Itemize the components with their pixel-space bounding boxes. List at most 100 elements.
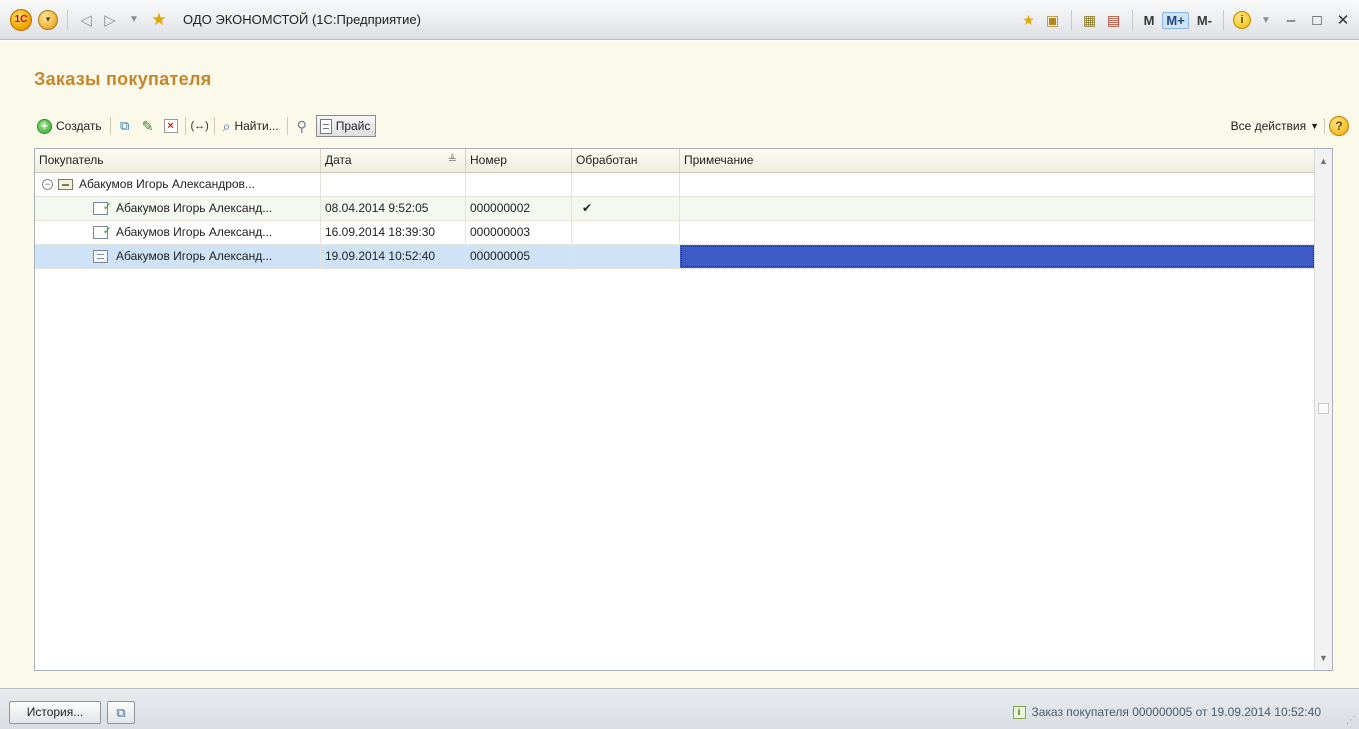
- title-bar-separator: [1131, 10, 1133, 30]
- table-body: − Абакумов Игорь Александров... Абакумов…: [35, 173, 1315, 269]
- orders-form: Заказы покупателя + Создать ⧉ ✎ × (↔) ⌕ …: [0, 41, 1359, 688]
- status-message-text: Заказ покупателя 000000005 от 19.09.2014…: [1031, 705, 1322, 719]
- main-menu-icon[interactable]: ▾: [38, 9, 58, 30]
- add-to-favorites-icon[interactable]: ★: [1020, 10, 1038, 30]
- processed-cell: [572, 221, 680, 244]
- price-button-label: Прайс: [335, 119, 371, 133]
- delete-icon: ×: [163, 119, 178, 133]
- favorites-star-icon[interactable]: ★: [149, 10, 169, 30]
- memory-minus-button[interactable]: M-: [1195, 13, 1214, 28]
- calculator-icon[interactable]: ▦: [1081, 10, 1099, 30]
- title-bar-separator: [1070, 10, 1072, 30]
- resize-grip-icon[interactable]: ⋰: [1346, 715, 1356, 726]
- document-icon: [93, 250, 108, 263]
- search-icon: ⌕: [222, 117, 231, 134]
- scroll-down-icon[interactable]: ▼: [1315, 649, 1332, 667]
- note-cell: [680, 197, 1315, 220]
- find-button-label: Найти...: [234, 119, 279, 133]
- memory-button[interactable]: M: [1142, 13, 1157, 28]
- orders-table: Покупатель Дата ≜ Номер Обработан Примеч…: [34, 148, 1333, 671]
- history-button[interactable]: История...: [9, 701, 101, 724]
- table-cell: [321, 173, 466, 196]
- toolbar-separator: [109, 117, 111, 135]
- note-cell-focused[interactable]: [680, 245, 1315, 268]
- create-button-label: Создать: [56, 119, 102, 133]
- group-cell: − Абакумов Игорь Александров...: [35, 173, 321, 196]
- number-cell: 000000005: [466, 245, 572, 268]
- title-bar-separator: [67, 9, 68, 30]
- table-group-row[interactable]: − Абакумов Игорь Александров...: [35, 173, 1315, 197]
- windows-icon: ⧉: [116, 704, 126, 720]
- column-header-date[interactable]: Дата ≜: [321, 149, 466, 173]
- help-icon[interactable]: ?: [1329, 116, 1349, 136]
- edit-pencil-icon[interactable]: ✎: [139, 117, 157, 135]
- page-title: Заказы покупателя: [34, 69, 212, 89]
- date-cell: 19.09.2014 10:52:40: [321, 245, 466, 268]
- date-cell: 16.09.2014 18:39:30: [321, 221, 466, 244]
- back-arrow-icon[interactable]: ◁: [77, 11, 95, 29]
- toolbar-separator: [213, 117, 215, 135]
- scroll-up-icon[interactable]: ▲: [1315, 152, 1332, 170]
- buyer-cell: Абакумов Игорь Александ...: [35, 197, 321, 220]
- column-header-processed[interactable]: Обработан: [572, 149, 680, 173]
- info-icon: i: [1012, 705, 1026, 719]
- info-dropdown-icon[interactable]: ▼: [1257, 15, 1275, 26]
- table-row[interactable]: Абакумов Игорь Александ... 08.04.2014 9:…: [35, 197, 1315, 221]
- set-interval-icon[interactable]: (↔): [190, 117, 208, 135]
- posted-document-icon: [93, 197, 112, 219]
- all-actions-label: Все действия: [1230, 119, 1307, 133]
- chevron-down-icon: ▼: [1310, 121, 1319, 131]
- collapse-icon[interactable]: −: [42, 179, 53, 190]
- table-row[interactable]: Абакумов Игорь Александ... 16.09.2014 18…: [35, 221, 1315, 245]
- delete-button[interactable]: ×: [162, 117, 180, 135]
- toolbar-separator: [1324, 118, 1325, 134]
- plus-icon: +: [37, 118, 52, 134]
- sort-ascending-icon: ≜: [447, 154, 457, 166]
- forward-arrow-icon[interactable]: ▷: [101, 11, 119, 29]
- minimize-icon[interactable]: –: [1281, 12, 1301, 29]
- table-row-selected[interactable]: Абакумов Игорь Александ... 19.09.2014 10…: [35, 245, 1315, 269]
- column-header-note[interactable]: Примечание: [680, 149, 1315, 173]
- price-button[interactable]: Прайс: [315, 115, 377, 137]
- buyer-text: Абакумов Игорь Александ...: [116, 201, 273, 215]
- close-icon[interactable]: ✕: [1333, 11, 1353, 29]
- find-button[interactable]: ⌕ Найти...: [220, 116, 282, 137]
- open-windows-button[interactable]: ⧉: [107, 701, 135, 724]
- memory-plus-button[interactable]: M+: [1162, 11, 1189, 29]
- title-bar-separator: [1223, 10, 1224, 30]
- all-actions-menu[interactable]: Все действия ▼: [1231, 119, 1319, 133]
- favorites-list-icon[interactable]: ▣: [1044, 10, 1062, 30]
- group-folder-icon: [58, 179, 73, 190]
- buyer-text: Абакумов Игорь Александ...: [116, 249, 273, 263]
- toolbar-separator: [184, 117, 186, 135]
- form-toolbar: + Создать ⧉ ✎ × (↔) ⌕ Найти... ⚲ Прайс: [34, 113, 377, 139]
- window-title-bar: 1С ▾ ◁ ▷ ▼ ★ ОДО ЭКОНОМСТОЙ (1С:Предприя…: [0, 0, 1359, 40]
- copy-icon[interactable]: ⧉: [116, 117, 134, 135]
- column-header-buyer[interactable]: Покупатель: [35, 149, 321, 173]
- table-cell: [466, 173, 572, 196]
- posted-document-icon: [93, 221, 112, 243]
- date-cell: 08.04.2014 9:52:05: [321, 197, 466, 220]
- buyer-text: Абакумов Игорь Александ...: [116, 225, 273, 239]
- cancel-search-icon[interactable]: ⚲: [293, 117, 311, 135]
- number-cell: 000000002: [466, 197, 572, 220]
- note-cell: [680, 221, 1315, 244]
- group-buyer-text: Абакумов Игорь Александров...: [79, 177, 255, 191]
- title-bar-left-group: 1С ▾ ◁ ▷ ▼ ★ ОДО ЭКОНОМСТОЙ (1С:Предприя…: [0, 8, 421, 31]
- window-title: ОДО ЭКОНОМСТОЙ (1С:Предприятие): [183, 12, 421, 27]
- table-cell: [572, 173, 680, 196]
- app-logo-icon[interactable]: 1С: [10, 8, 32, 31]
- create-button[interactable]: + Создать: [34, 117, 105, 136]
- calendar-icon[interactable]: ▤: [1105, 10, 1123, 30]
- title-bar-right-group: ★ ▣ ▦ ▤ M M+ M- i ▼ – □ ✕: [1020, 0, 1353, 40]
- history-dropdown-icon[interactable]: ▼: [125, 14, 143, 25]
- vertical-scrollbar[interactable]: ▲ ▼: [1314, 149, 1332, 670]
- processed-cell: [572, 245, 680, 268]
- buyer-cell: Абакумов Игорь Александ...: [35, 221, 321, 244]
- maximize-icon[interactable]: □: [1307, 12, 1327, 29]
- scroll-thumb[interactable]: [1318, 403, 1329, 414]
- column-header-number[interactable]: Номер: [466, 149, 572, 173]
- processed-cell: ✔: [572, 197, 680, 220]
- status-message[interactable]: i Заказ покупателя 000000005 от 19.09.20…: [1012, 705, 1322, 719]
- info-icon[interactable]: i: [1233, 11, 1251, 29]
